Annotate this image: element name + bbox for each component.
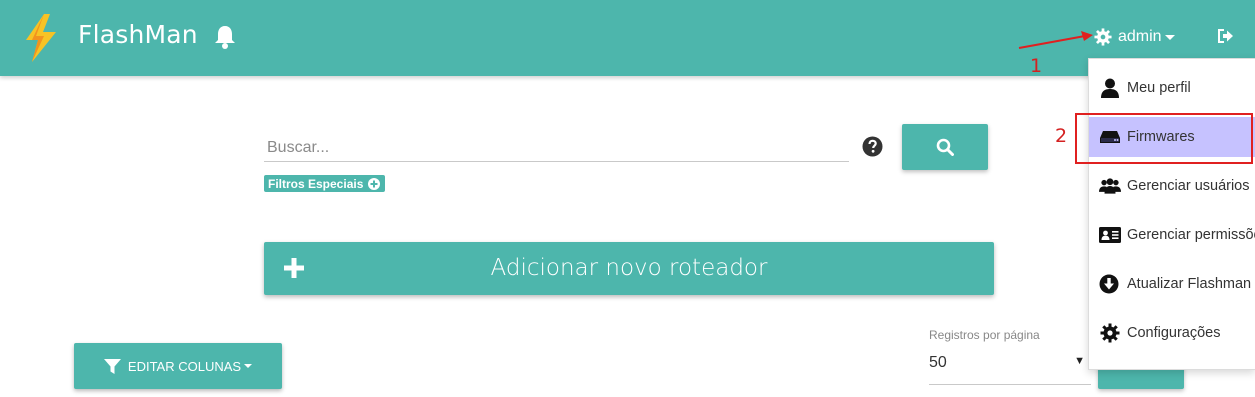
menu-item-meu-perfil[interactable]: Meu perfil: [1089, 68, 1255, 108]
search-button[interactable]: [902, 124, 988, 170]
gear-icon: [1094, 28, 1112, 46]
menu-item-label: Gerenciar usuários: [1127, 178, 1250, 194]
menu-item-label: Configurações: [1127, 325, 1221, 341]
menu-item-atualizar-flashman[interactable]: Atualizar Flashman: [1089, 264, 1255, 304]
menu-item-label: Meu perfil: [1127, 80, 1191, 96]
add-router-label: Adicionar novo roteador: [490, 255, 768, 281]
annotation-step-2: 2: [1055, 125, 1068, 147]
id-card-icon: [1099, 227, 1121, 243]
user-name: admin: [1118, 28, 1162, 45]
edit-columns-label: EDITAR COLUNAS: [127, 358, 242, 374]
dropdown-arrow-icon: ▼: [1074, 355, 1085, 367]
menu-item-label: Gerenciar permissões: [1127, 227, 1255, 243]
menu-item-gerenciar-usuarios[interactable]: Gerenciar usuários: [1089, 166, 1255, 206]
caret-down-icon: [244, 364, 253, 368]
flashman-logo-icon[interactable]: [22, 12, 60, 64]
plus-circle-icon: [368, 177, 381, 190]
per-page-value: 50: [929, 354, 947, 371]
bell-icon[interactable]: [213, 24, 237, 50]
special-filters-label: Filtros Especiais: [268, 176, 364, 191]
annotation-step-1: 1: [1030, 55, 1043, 77]
download-circle-icon: [1099, 274, 1119, 294]
per-page-label: Registros por página: [929, 328, 1040, 342]
logout-icon[interactable]: [1216, 28, 1234, 44]
help-icon[interactable]: [862, 136, 883, 157]
annotation-highlight-box: [1075, 113, 1253, 164]
search-input[interactable]: [264, 134, 849, 161]
user-dropdown-menu: Meu perfil Firmwares Gerenciar usuários: [1088, 58, 1255, 370]
per-page-select[interactable]: 50 ▼: [929, 348, 1091, 385]
user-menu-toggle[interactable]: admin: [1094, 25, 1175, 49]
menu-item-label: Atualizar Flashman: [1127, 276, 1252, 292]
add-router-button[interactable]: Adicionar novo roteador: [264, 242, 994, 295]
filter-icon: [103, 358, 121, 374]
cog-icon: [1100, 323, 1120, 343]
caret-down-icon: [1164, 35, 1175, 40]
annotation-arrow: [1018, 31, 1093, 49]
users-icon: [1099, 178, 1121, 194]
special-filters-button[interactable]: Filtros Especiais: [264, 175, 386, 192]
brand-title[interactable]: FlashMan: [78, 20, 198, 49]
user-icon: [1101, 78, 1119, 98]
search-field: [264, 134, 849, 162]
menu-item-gerenciar-permissoes[interactable]: Gerenciar permissões: [1089, 215, 1255, 255]
search-icon: [936, 138, 954, 156]
edit-columns-button[interactable]: EDITAR COLUNAS: [74, 343, 282, 389]
menu-item-configuracoes[interactable]: Configurações: [1089, 313, 1255, 353]
